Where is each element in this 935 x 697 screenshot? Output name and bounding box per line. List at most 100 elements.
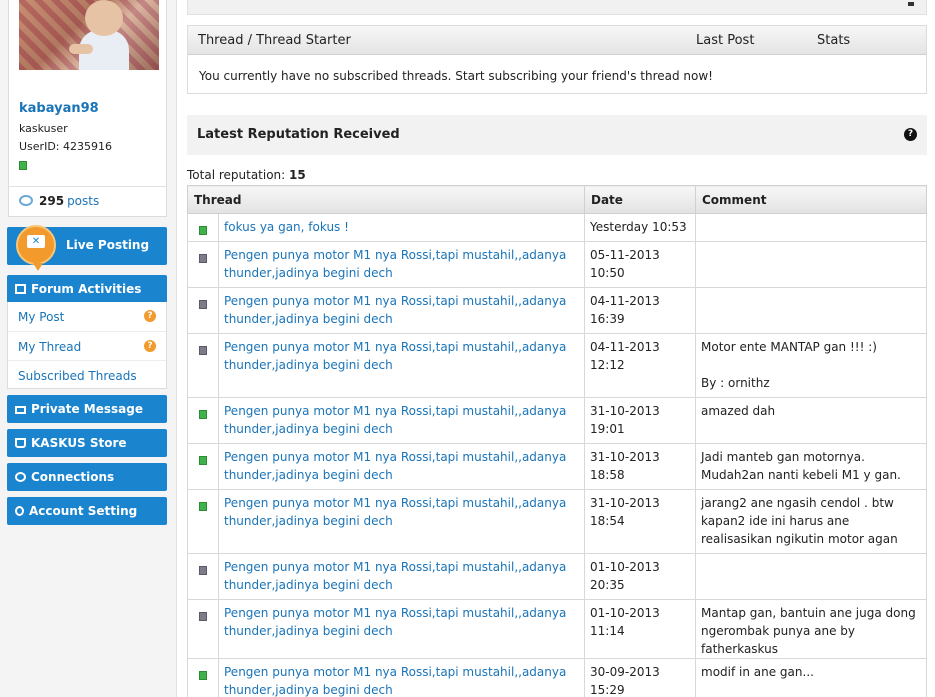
thread-link[interactable]: Pengen punya motor M1 nya Rossi,tapi mus… (218, 599, 585, 659)
connections-label: Connections (31, 470, 115, 484)
neutral-reputation-icon (199, 612, 207, 621)
neutral-reputation-icon (199, 300, 207, 309)
table-row: Pengen punya motor M1 nya Rossi,tapi mus… (187, 658, 927, 697)
live-posting-button[interactable]: ✕ Live Posting (7, 225, 167, 271)
posts-row[interactable]: 295 posts (9, 186, 166, 216)
thread-link[interactable]: Pengen punya motor M1 nya Rossi,tapi mus… (218, 489, 585, 554)
posts-link[interactable]: posts (67, 194, 99, 208)
thread-link[interactable]: Pengen punya motor M1 nya Rossi,tapi mus… (218, 553, 585, 600)
left-sidebar: kabayan98 kaskuser UserID: 4235916 295 po… (0, 0, 177, 697)
help-icon[interactable]: ? (904, 128, 917, 141)
neutral-reputation-icon (199, 566, 207, 575)
reputation-date: 30-09-2013 15:29 (584, 658, 696, 697)
live-posting-icon: ✕ (16, 225, 56, 271)
table-row: Pengen punya motor M1 nya Rossi,tapi mus… (187, 333, 927, 398)
reputation-title: Latest Reputation Received (197, 127, 400, 142)
private-message-label: Private Message (31, 402, 143, 416)
thread-link[interactable]: Pengen punya motor M1 nya Rossi,tapi mus… (218, 241, 585, 288)
reputation-status-cell (187, 489, 219, 554)
avatar-figure-arm (69, 44, 93, 54)
reputation-status-cell (187, 553, 219, 600)
reputation-status-cell (187, 333, 219, 398)
reputation-comment (695, 287, 927, 334)
table-row: Pengen punya motor M1 nya Rossi,tapi mus… (187, 599, 927, 659)
reputation-comment (695, 241, 927, 288)
reputation-date: Yesterday 10:53 (584, 213, 696, 242)
table-row: Pengen punya motor M1 nya Rossi,tapi mus… (187, 553, 927, 600)
col-stats: Stats (817, 33, 851, 48)
col-date: Date (584, 185, 696, 214)
reputation-comment: amazed dah (695, 397, 927, 444)
reputation-date: 31-10-2013 18:54 (584, 489, 696, 554)
reputation-date: 01-10-2013 20:35 (584, 553, 696, 600)
envelope-icon (15, 406, 26, 414)
reputation-comment: Jadi manteb gan motornya. Mudah2an nanti… (695, 443, 927, 490)
previous-panel-header (187, 0, 927, 15)
thread-link[interactable]: Pengen punya motor M1 nya Rossi,tapi mus… (218, 443, 585, 490)
thread-link[interactable]: Pengen punya motor M1 nya Rossi,tapi mus… (218, 397, 585, 444)
forum-activities-header[interactable]: Forum Activities (7, 275, 167, 303)
col-thread-starter: Thread / Thread Starter (198, 33, 351, 48)
thread-link[interactable]: Pengen punya motor M1 nya Rossi,tapi mus… (218, 333, 585, 398)
account-setting-button[interactable]: Account Setting (7, 497, 167, 525)
kaskus-store-button[interactable]: KASKUS Store (7, 429, 167, 457)
empty-message: You currently have no subscribed threads… (199, 69, 713, 83)
avatar[interactable] (19, 0, 159, 70)
avatar-figure-head (85, 0, 123, 36)
profile-card: kabayan98 kaskuser UserID: 4235916 295 po… (8, 0, 167, 217)
help-icon[interactable]: ? (144, 340, 156, 352)
reputation-comment: Mantap gan, bantuin ane juga dong ngerom… (695, 599, 927, 659)
positive-reputation-icon (199, 410, 207, 419)
table-row: Pengen punya motor M1 nya Rossi,tapi mus… (187, 443, 927, 490)
connections-button[interactable]: Connections (7, 463, 167, 491)
table-row: Pengen punya motor M1 nya Rossi,tapi mus… (187, 287, 927, 334)
cart-icon (15, 438, 26, 448)
reputation-comment: jarang2 ane ngasih cendol . btw kapan2 i… (695, 489, 927, 554)
people-icon (15, 472, 26, 482)
total-reputation: Total reputation: 15 (187, 168, 306, 182)
neutral-reputation-icon (199, 254, 207, 263)
private-message-button[interactable]: Private Message (7, 395, 167, 423)
reputation-date: 04-11-2013 12:12 (584, 333, 696, 398)
reputation-comment: modif in ane gan... (695, 658, 927, 697)
reputation-date: 31-10-2013 18:58 (584, 443, 696, 490)
forum-activities-submenu: My Post ? My Thread ? Subscribed Threads (7, 302, 167, 389)
reputation-status-cell (187, 658, 219, 697)
positive-reputation-icon (199, 456, 207, 465)
reputation-header: Latest Reputation Received ? (187, 115, 927, 155)
sidebar-item-label: My Thread (18, 340, 82, 354)
sidebar-item-my-post[interactable]: My Post ? (8, 302, 166, 331)
username[interactable]: kabayan98 (19, 101, 99, 116)
table-row: Pengen punya motor M1 nya Rossi,tapi mus… (187, 489, 927, 554)
reputation-date: 31-10-2013 19:01 (584, 397, 696, 444)
table-header-row: Thread Date Comment (187, 185, 927, 214)
table-row: Pengen punya motor M1 nya Rossi,tapi mus… (187, 241, 927, 288)
reputation-date: 05-11-2013 10:50 (584, 241, 696, 288)
total-reputation-value: 15 (289, 168, 306, 182)
thread-link[interactable]: Pengen punya motor M1 nya Rossi,tapi mus… (218, 287, 585, 334)
table-row: Pengen punya motor M1 nya Rossi,tapi mus… (187, 397, 927, 444)
forum-activities-label: Forum Activities (31, 282, 142, 296)
thread-link[interactable]: Pengen punya motor M1 nya Rossi,tapi mus… (218, 658, 585, 697)
live-posting-label: Live Posting (66, 238, 150, 252)
positive-reputation-icon (199, 502, 207, 511)
thread-link[interactable]: fokus ya gan, fokus ! (218, 213, 585, 242)
positive-reputation-icon (199, 671, 207, 680)
reputation-status-cell (187, 443, 219, 490)
reputation-rows: fokus ya gan, fokus ! Yesterday 10:53 Peng… (187, 213, 927, 697)
list-icon (15, 284, 26, 294)
reputation-date: 01-10-2013 11:14 (584, 599, 696, 659)
help-icon[interactable]: ? (144, 310, 156, 322)
reputation-status-cell (187, 241, 219, 288)
sidebar-item-label: Subscribed Threads (18, 369, 137, 383)
positive-reputation-icon (199, 226, 207, 235)
collapse-icon[interactable] (908, 2, 914, 6)
reputation-comment (695, 213, 927, 242)
reputation-status-cell (187, 397, 219, 444)
subscribed-threads-panel: Thread / Thread Starter Last Post Stats … (187, 25, 927, 94)
account-setting-label: Account Setting (29, 504, 138, 518)
sidebar-item-my-thread[interactable]: My Thread ? (8, 331, 166, 360)
sidebar-item-subscribed-threads[interactable]: Subscribed Threads (8, 360, 166, 389)
online-status-icon (19, 161, 27, 170)
speech-bubble-icon (19, 195, 33, 206)
